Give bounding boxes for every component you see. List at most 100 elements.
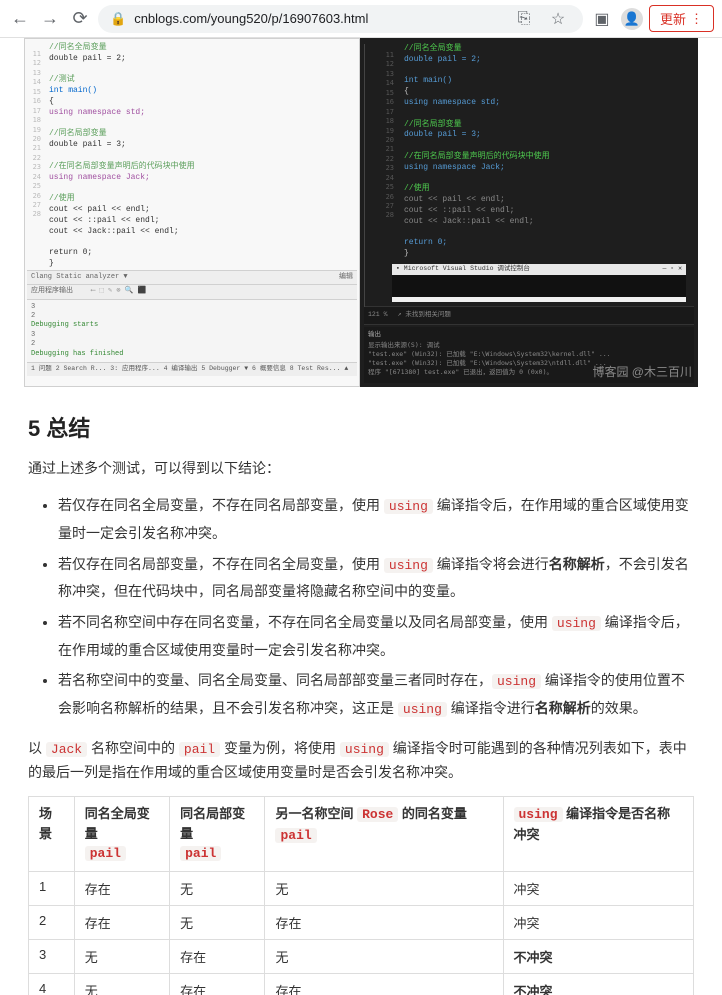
vs-console-popup: ▪ Microsoft Visual Studio 调试控制台 — ▫ ✕ <box>392 264 686 302</box>
code-line: cout << Jack::pail << endl; <box>49 227 357 238</box>
code-line: cout << ::pail << endl; <box>404 206 694 217</box>
left-gutter: 11 12 13 14 15 16 17 18 19 20 21 22 23 2… <box>27 50 41 220</box>
update-label: 更新 <box>660 9 686 28</box>
out-line: Debugging has finished <box>31 350 353 359</box>
code-line: } <box>49 259 357 270</box>
cell-other: 存在 <box>265 973 503 995</box>
left-bottom-tabs: 1 问题 2 Search R... 3: 应用程序... 4 编译输出 5 D… <box>27 362 357 376</box>
list-item: 若名称空间中的变量、同名全局变量、同名局部部变量三者同时存在，using 编译指… <box>58 667 694 722</box>
cell-scene: 4 <box>29 973 75 995</box>
list-item: 若仅存在同名局部变量，不存在同名全局变量，使用 using 编译指令将会进行名称… <box>58 551 694 605</box>
cell-scene: 1 <box>29 871 75 905</box>
code-line: double pail = 3; <box>49 140 357 151</box>
edit-label: 编辑 <box>339 273 353 282</box>
code-line: using namespace std; <box>49 108 357 119</box>
table-header-row: 场景 同名全局变量 pail 同名局部变量 pail 另一名称空间 Rose 的… <box>29 797 694 872</box>
out-line: 2 <box>31 340 353 349</box>
code-line <box>404 66 694 77</box>
code-line: int main() <box>49 86 357 97</box>
code-line <box>49 237 357 248</box>
code-using: using <box>384 499 433 514</box>
th-scene: 场景 <box>29 797 75 872</box>
code-line: { <box>404 87 694 98</box>
forward-button[interactable]: → <box>38 7 62 31</box>
code-jack: Jack <box>46 742 87 757</box>
code-line: return 0; <box>404 238 694 249</box>
table-row: 1存在无无冲突 <box>29 871 694 905</box>
vs-body <box>392 275 686 297</box>
c: pail <box>85 846 126 861</box>
analyzer-label: Clang Static analyzer ▼ <box>31 273 128 282</box>
code-line: { <box>49 97 357 108</box>
table-intro-paragraph: 以 Jack 名称空间中的 pail 变量为例，将使用 using 编译指令时可… <box>28 737 694 785</box>
out-line: 3 <box>31 331 353 340</box>
code-line: return 0; <box>49 248 357 259</box>
t: 名称空间中的 <box>87 740 179 756</box>
out-line: 2 <box>31 312 353 321</box>
out-line: 3 <box>31 303 353 312</box>
code-line: //在同名局部变量声明后的代码块中使用 <box>404 152 694 163</box>
cell-local: 存在 <box>170 939 265 973</box>
profile-icon[interactable]: 👤 <box>621 8 643 30</box>
cell-global: 存在 <box>74 905 169 939</box>
code-line: using namespace Jack; <box>404 163 694 174</box>
url-bar[interactable]: 🔒 cnblogs.com/young520/p/16907603.html ⎘… <box>98 5 583 33</box>
table-row: 3无存在无不冲突 <box>29 939 694 973</box>
menu-dots-icon: ⋮ <box>690 11 703 27</box>
url-text: cnblogs.com/young520/p/16907603.html <box>134 11 503 26</box>
status-text: ↗ 未找到相关问题 <box>398 311 451 320</box>
t: 变量为例，将使用 <box>220 740 340 756</box>
cell-global: 无 <box>74 939 169 973</box>
back-button[interactable]: ← <box>8 7 32 31</box>
ide-left-pane: 11 12 13 14 15 16 17 18 19 20 21 22 23 2… <box>24 38 360 387</box>
translate-icon[interactable]: ⎘ <box>511 6 537 32</box>
reload-button[interactable]: ⟳ <box>68 7 92 31</box>
zoom-level: 121 % <box>368 311 388 320</box>
toolbar-icons: ⟵ ⬚ ✎ ⊗ 🔍 ⬛ <box>91 287 146 296</box>
code-line: //同名局部变量 <box>49 129 357 140</box>
th-global: 同名全局变量 pail <box>74 797 169 872</box>
left-analyzer-bar: Clang Static analyzer ▼ 编辑 <box>27 270 357 284</box>
cell-conflict: 冲突 <box>503 871 694 905</box>
code-line: } <box>404 249 694 260</box>
code-line <box>49 119 357 130</box>
code-line <box>49 65 357 76</box>
code-line <box>404 174 694 185</box>
conclusions-list: 若仅存在同名全局变量，不存在同名局部变量，使用 using 编译指令后，在作用域… <box>28 492 694 722</box>
th-other-ns: 另一名称空间 Rose 的同名变量 pail <box>265 797 503 872</box>
section-heading-5: 5 总结 <box>28 411 694 443</box>
list-item: 若仅存在同名全局变量，不存在同名局部变量，使用 using 编译指令后，在作用域… <box>58 492 694 546</box>
code-line <box>404 109 694 120</box>
left-output-panel: 3 2 Debugging starts 3 2 Debugging has f… <box>27 299 357 363</box>
vs-window-controls: — ▫ ✕ <box>662 265 682 274</box>
watermark-text: 博客园 @木三百川 <box>592 364 692 380</box>
bold: 名称解析 <box>535 700 591 716</box>
tabs-text: 1 问题 2 Search R... 3: 应用程序... 4 编译输出 5 D… <box>31 365 348 374</box>
code-line: //在同名局部变量声明后的代码块中使用 <box>49 162 357 173</box>
t: 同名全局变量 <box>85 806 150 841</box>
code-line <box>49 183 357 194</box>
right-gutter: 11 12 13 14 15 16 17 18 19 20 21 22 23 2… <box>380 51 394 221</box>
cell-conflict: 冲突 <box>503 905 694 939</box>
cell-local: 存在 <box>170 973 265 995</box>
code-pail: pail <box>179 742 220 757</box>
summary-table: 场景 同名全局变量 pail 同名局部变量 pail 另一名称空间 Rose 的… <box>28 796 694 995</box>
update-button[interactable]: 更新 ⋮ <box>649 5 714 32</box>
c: Rose <box>357 807 398 822</box>
code-using: using <box>492 674 541 689</box>
ide-screenshots: 11 12 13 14 15 16 17 18 19 20 21 22 23 2… <box>24 38 698 387</box>
t: 同名局部变量 <box>180 806 245 841</box>
star-icon[interactable]: ☆ <box>545 6 571 32</box>
t: 另一名称空间 <box>275 806 357 821</box>
vs-title: ▪ Microsoft Visual Studio 调试控制台 <box>396 265 530 274</box>
page-content: 11 12 13 14 15 16 17 18 19 20 21 22 23 2… <box>0 38 722 995</box>
table-row: 2存在无存在冲突 <box>29 905 694 939</box>
code-line: cout << Jack::pail << endl; <box>404 217 694 228</box>
bold: 名称解析 <box>549 556 605 572</box>
code-line: cout << pail << endl; <box>49 205 357 216</box>
extensions-icon[interactable]: ▣ <box>589 6 615 32</box>
cell-conflict: 不冲突 <box>503 973 694 995</box>
intro-paragraph: 通过上述多个测试，可以得到以下结论： <box>28 457 694 481</box>
code-line: //使用 <box>49 194 357 205</box>
right-code: //同名全局变量double pail = 2; int main(){ usi… <box>404 44 694 260</box>
